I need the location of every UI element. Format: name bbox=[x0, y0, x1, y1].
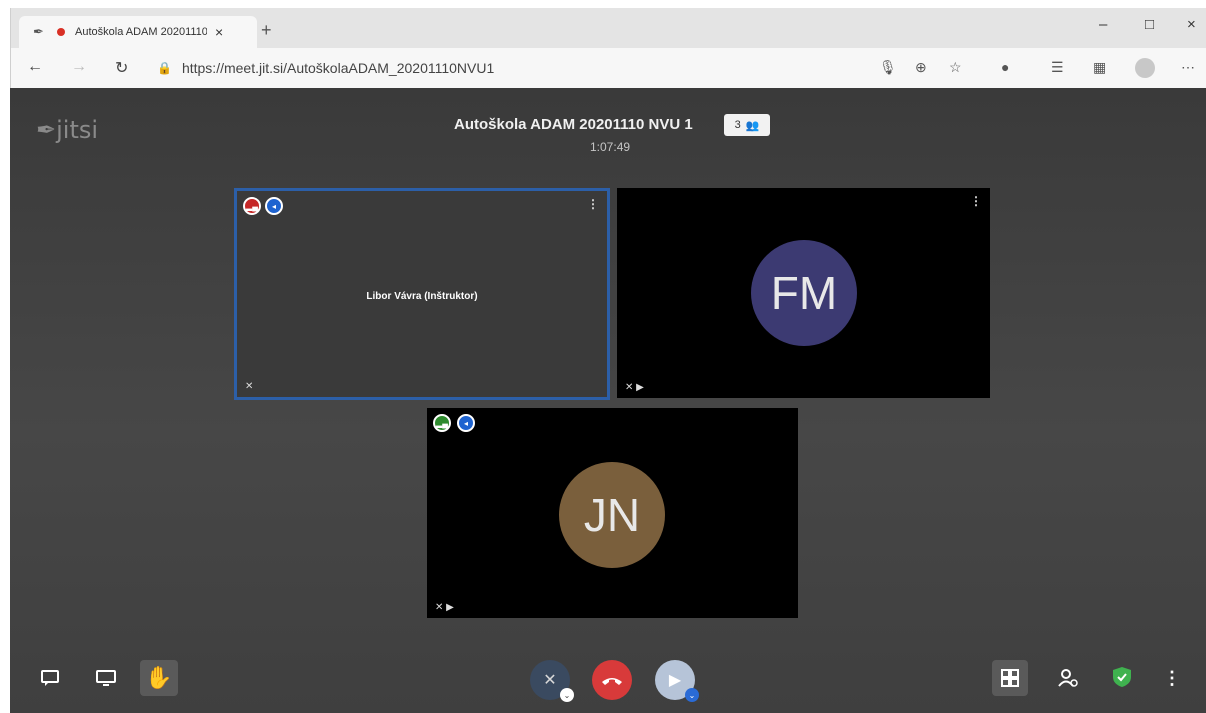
toggle-camera-button[interactable]: ▶ ⌄ bbox=[655, 660, 699, 702]
tile-menu-icon[interactable]: ⋮ bbox=[970, 194, 982, 208]
tile-view-icon bbox=[1001, 669, 1019, 687]
add-to-reading-icon[interactable]: ⊕ bbox=[915, 59, 927, 76]
collections-icon[interactable]: ▦ bbox=[1093, 59, 1106, 76]
address-bar: ← → ↻ 🔒 https://meet.jit.si/AutoškolaADA… bbox=[11, 48, 1206, 89]
participant-tile-3[interactable]: ▂▄ ◂ JN ✕ ▶ bbox=[427, 408, 798, 618]
participant-tile-2[interactable]: ⋮ FM ✕ ▶ bbox=[617, 188, 990, 398]
mic-muted-icon: ✕ bbox=[245, 381, 254, 392]
forward-arrow-icon[interactable]: → bbox=[71, 58, 87, 76]
hangup-button[interactable] bbox=[592, 660, 632, 700]
back-arrow-icon[interactable]: ← bbox=[27, 58, 43, 76]
more-vertical-icon: ⋮ bbox=[1163, 667, 1181, 688]
browser-window: ✒ Autoškola ADAM 20201110 × + – □ × ← → … bbox=[10, 8, 1206, 89]
meeting-title: Autoškola ADAM 20201110 NVU 1 bbox=[454, 116, 693, 133]
participant-initials: JN bbox=[583, 489, 641, 541]
more-actions-button[interactable]: ⋮ bbox=[1160, 664, 1184, 692]
favorite-star-icon[interactable]: ☆ bbox=[949, 59, 962, 76]
jitsi-logo[interactable]: ✒jitsi bbox=[36, 116, 98, 144]
url-path: /AutoškolaADAM_20201110NVU1 bbox=[283, 60, 495, 76]
chat-icon bbox=[41, 670, 59, 686]
raise-hand-icon: ✋ bbox=[145, 665, 173, 690]
toggle-microphone-button[interactable]: ✕ ⌄ bbox=[530, 660, 574, 702]
security-options-button[interactable] bbox=[1108, 662, 1136, 692]
jitsi-favicon-icon: ✒ bbox=[33, 24, 44, 39]
url-field[interactable]: 🔒 https://meet.jit.si/AutoškolaADAM_2020… bbox=[151, 55, 989, 81]
meeting-area: ✒jitsi Autoškola ADAM 20201110 NVU 1 3 👥… bbox=[10, 88, 1206, 713]
participant-initials: FM bbox=[770, 267, 838, 319]
tab-close-icon[interactable]: × bbox=[215, 24, 223, 40]
participant-count-badge[interactable]: 3 👥 bbox=[724, 114, 770, 136]
screen-share-button[interactable] bbox=[92, 664, 120, 692]
tab-title: Autoškola ADAM 20201110 bbox=[75, 26, 207, 38]
audio-settings-chevron-icon[interactable]: ⌄ bbox=[560, 688, 574, 702]
chat-button[interactable] bbox=[36, 664, 64, 692]
jitsi-logo-text: jitsi bbox=[56, 116, 99, 144]
tab-strip: ✒ Autoškola ADAM 20201110 × + – □ × bbox=[11, 8, 1206, 48]
participant-avatar: FM bbox=[751, 240, 857, 346]
url-host: https://meet.jit.si bbox=[181, 60, 284, 76]
meeting-timer: 1:07:49 bbox=[590, 140, 631, 154]
invite-people-icon bbox=[1058, 669, 1078, 687]
invite-people-button[interactable] bbox=[1054, 664, 1082, 692]
participant-display-name: Libor Vávra (Inštruktor) bbox=[366, 291, 478, 302]
raise-hand-button[interactable]: ✋ bbox=[140, 660, 178, 696]
profile-avatar-icon[interactable] bbox=[1135, 58, 1155, 78]
camera-muted-icon: ▶ bbox=[668, 672, 682, 689]
shield-icon bbox=[1113, 667, 1131, 687]
connection-poor-icon[interactable]: ▂▄ bbox=[243, 197, 261, 215]
more-menu-icon[interactable]: ⋯ bbox=[1181, 59, 1195, 76]
maximize-button[interactable]: □ bbox=[1145, 16, 1154, 33]
microphone-permission-icon[interactable]: 🎙 bbox=[879, 59, 897, 76]
minimize-button[interactable]: – bbox=[1099, 16, 1107, 33]
tile-view-button[interactable] bbox=[992, 660, 1028, 696]
screen-share-icon bbox=[96, 670, 116, 686]
mic-and-camera-muted-icon: ✕ ▶ bbox=[435, 602, 454, 613]
connection-good-icon[interactable]: ▂▄ bbox=[433, 414, 451, 432]
url-text: https://meet.jit.si/AutoškolaADAM_202011… bbox=[182, 60, 494, 76]
favorites-list-icon[interactable]: ☰ bbox=[1051, 59, 1064, 76]
participant-tile-1[interactable]: ▂▄ ◂ ⋮ Libor Vávra (Inštruktor) ✕ bbox=[234, 188, 610, 400]
participants-icon: 👥 bbox=[745, 119, 760, 132]
browser-tab[interactable]: ✒ Autoškola ADAM 20201110 × bbox=[19, 16, 257, 48]
microphone-muted-icon: ✕ bbox=[543, 672, 557, 689]
remote-control-icon[interactable]: ◂ bbox=[457, 414, 475, 432]
participant-count-value: 3 bbox=[734, 119, 741, 131]
recording-indicator-icon bbox=[57, 28, 65, 36]
close-window-button[interactable]: × bbox=[1187, 16, 1196, 33]
remote-control-icon[interactable]: ◂ bbox=[265, 197, 283, 215]
participant-avatar: JN bbox=[559, 462, 665, 568]
video-settings-chevron-icon[interactable]: ⌄ bbox=[685, 688, 699, 702]
new-tab-button[interactable]: + bbox=[261, 20, 272, 41]
hangup-icon bbox=[602, 678, 622, 685]
extension-icon[interactable]: ● bbox=[1001, 59, 1009, 75]
reload-icon[interactable]: ↻ bbox=[115, 58, 128, 78]
tile-menu-icon[interactable]: ⋮ bbox=[587, 197, 599, 211]
mic-and-camera-muted-icon: ✕ ▶ bbox=[625, 382, 644, 393]
lock-icon: 🔒 bbox=[157, 61, 172, 75]
